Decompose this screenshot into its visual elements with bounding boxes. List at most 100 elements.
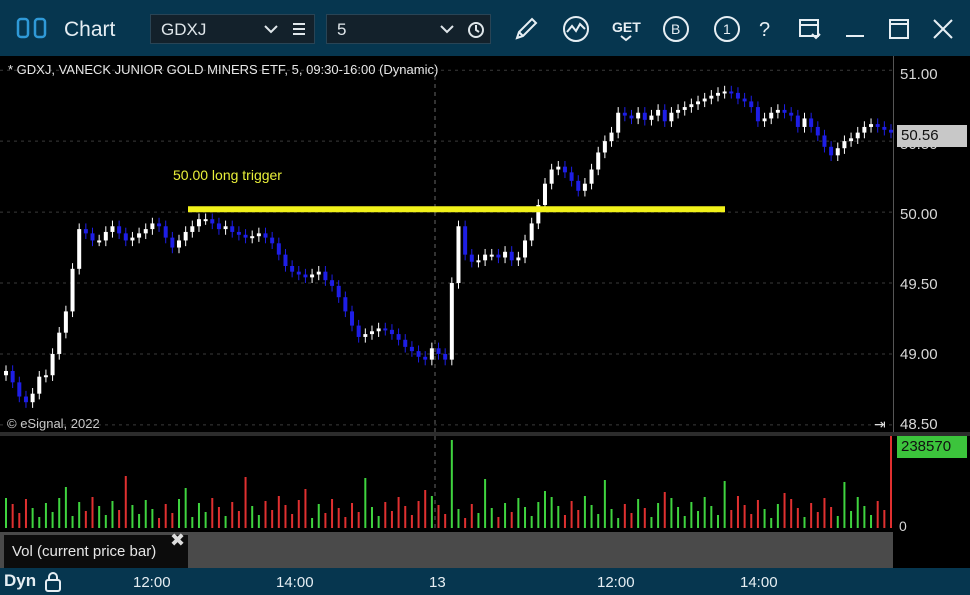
candle-body[interactable] [343, 297, 348, 312]
candle-body[interactable] [862, 126, 867, 133]
candle-body[interactable] [183, 231, 188, 241]
candle-body[interactable] [170, 237, 175, 248]
candle-body[interactable] [869, 124, 874, 127]
candle-body[interactable] [43, 375, 48, 378]
candle-body[interactable] [503, 251, 508, 258]
candle-body[interactable] [103, 231, 108, 241]
candle-body[interactable] [336, 285, 341, 298]
candle-body[interactable] [30, 393, 35, 403]
candle-body[interactable] [609, 132, 614, 142]
candle-body[interactable] [629, 115, 634, 119]
draw-pencil-icon[interactable] [511, 14, 541, 44]
candle-body[interactable] [523, 240, 528, 258]
candle-body[interactable] [509, 251, 514, 261]
candle-body[interactable] [456, 226, 461, 284]
candle-body[interactable] [230, 226, 235, 232]
price-plot[interactable] [0, 56, 893, 432]
candle-body[interactable] [676, 109, 681, 113]
candle-body[interactable] [83, 229, 88, 234]
candle-body[interactable] [616, 112, 621, 133]
candle-body[interactable] [669, 112, 674, 122]
candle-body[interactable] [802, 118, 807, 127]
candle-body[interactable] [822, 135, 827, 147]
candle-body[interactable] [496, 254, 501, 258]
help-icon[interactable]: ? [751, 14, 781, 44]
candle-body[interactable] [77, 229, 82, 269]
candle-body[interactable] [815, 126, 820, 136]
candle-body[interactable] [137, 233, 142, 238]
candle-body[interactable] [130, 237, 135, 241]
candle-body[interactable] [70, 268, 75, 312]
candle-body[interactable] [882, 126, 887, 130]
candle-body[interactable] [769, 112, 774, 119]
candle-body[interactable] [117, 226, 122, 234]
candle-body[interactable] [163, 226, 168, 238]
candle-body[interactable] [303, 274, 308, 278]
candle-body[interactable] [10, 370, 15, 383]
candle-body[interactable] [150, 223, 155, 230]
candle-body[interactable] [636, 112, 641, 119]
candle-body[interactable] [403, 339, 408, 347]
candle-body[interactable] [223, 226, 228, 230]
candle-body[interactable] [363, 334, 368, 337]
candle-body[interactable] [576, 180, 581, 191]
candle-body[interactable] [436, 348, 441, 354]
lock-icon[interactable] [44, 572, 62, 592]
candle-body[interactable] [735, 92, 740, 99]
broker-icon[interactable]: B [661, 14, 691, 44]
candle-body[interactable] [177, 240, 182, 248]
volume-study-label[interactable]: Vol (current price bar) [4, 535, 188, 568]
candle-body[interactable] [775, 109, 780, 113]
candle-body[interactable] [423, 356, 428, 360]
candle-body[interactable] [556, 166, 561, 170]
candle-body[interactable] [689, 104, 694, 108]
candle-body[interactable] [516, 257, 521, 261]
candle-body[interactable] [835, 148, 840, 156]
candle-body[interactable] [369, 331, 374, 335]
candle-body[interactable] [715, 92, 720, 96]
candle-body[interactable] [656, 109, 661, 116]
candle-body[interactable] [50, 353, 55, 376]
candle-body[interactable] [57, 332, 62, 354]
candle-body[interactable] [696, 101, 701, 105]
candle-body[interactable] [855, 132, 860, 139]
candle-body[interactable] [350, 311, 355, 326]
candle-body[interactable] [642, 112, 647, 120]
menu-icon[interactable] [291, 22, 307, 36]
candle-body[interactable] [709, 95, 714, 99]
candle-body[interactable] [396, 334, 401, 340]
candle-body[interactable] [429, 348, 434, 360]
candle-body[interactable] [290, 265, 295, 272]
candle-body[interactable] [296, 271, 301, 275]
candle-body[interactable] [602, 141, 607, 153]
candle-body[interactable] [742, 98, 747, 102]
template-icon[interactable] [795, 14, 825, 44]
candle-body[interactable] [443, 353, 448, 360]
candle-body[interactable] [829, 146, 834, 156]
candle-body[interactable] [323, 271, 328, 281]
candle-body[interactable] [90, 233, 95, 241]
candle-body[interactable] [250, 236, 255, 239]
candle-body[interactable] [809, 118, 814, 127]
candle-body[interactable] [389, 329, 394, 335]
minimize-icon[interactable] [840, 14, 870, 44]
candle-body[interactable] [569, 172, 574, 181]
candle-body[interactable] [549, 169, 554, 184]
scroll-to-end-icon[interactable]: ⇥ [874, 416, 886, 433]
candle-body[interactable] [622, 112, 627, 116]
candle-body[interactable] [596, 152, 601, 170]
candle-body[interactable] [4, 370, 8, 376]
candle-body[interactable] [702, 98, 707, 102]
candle-body[interactable] [875, 124, 880, 127]
candle-body[interactable] [356, 325, 361, 337]
candle-body[interactable] [330, 280, 335, 286]
candle-body[interactable] [243, 234, 248, 238]
candle-body[interactable] [483, 254, 488, 261]
candle-body[interactable] [190, 226, 195, 232]
candle-body[interactable] [529, 223, 534, 241]
chevron-down-icon[interactable] [263, 23, 279, 35]
candle-body[interactable] [582, 183, 587, 191]
candle-body[interactable] [842, 141, 847, 149]
candle-body[interactable] [749, 101, 754, 108]
candle-body[interactable] [562, 166, 567, 173]
